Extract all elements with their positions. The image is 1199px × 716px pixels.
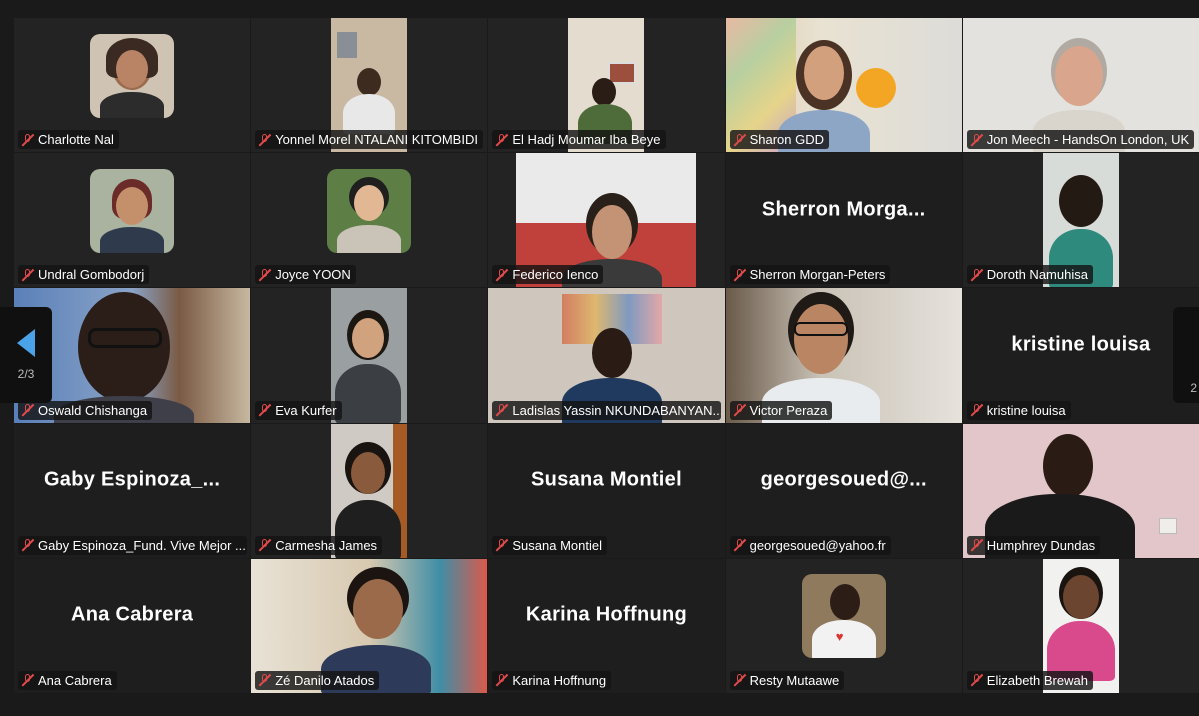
participant-display-name: Susana Montiel (531, 468, 682, 491)
profile-picture (327, 168, 412, 253)
muted-mic-icon (734, 403, 746, 417)
participant-name-label: Eva Kurfer (255, 400, 342, 420)
page-indicator: 2/3 (17, 367, 35, 381)
participant-tile[interactable]: Carmesha James (251, 423, 488, 558)
participant-tile[interactable]: kristine louisa kristine louisa (962, 288, 1199, 423)
participant-tile[interactable]: Elizabeth Brewah (962, 558, 1199, 693)
muted-mic-icon (22, 403, 34, 417)
profile-picture (90, 168, 175, 253)
participant-tile[interactable]: Victor Peraza (725, 288, 962, 423)
participant-name-label: Joyce YOON (255, 265, 356, 285)
video-gallery: Charlotte Nal Yonnel Morel NTALANI KITOM… (14, 18, 1199, 693)
muted-mic-icon (259, 673, 271, 687)
participant-tile[interactable]: Sherron Morga... Sherron Morgan-Peters (725, 153, 962, 288)
participant-tile[interactable]: Doroth Namuhisa (962, 153, 1199, 288)
participant-tile[interactable]: Charlotte Nal (14, 18, 251, 153)
participant-tile[interactable]: Ana Cabrera Ana Cabrera (14, 558, 251, 693)
participant-name-label: Elizabeth Brewah (966, 670, 1093, 690)
participant-name-label: Oswald Chishanga (18, 400, 153, 420)
participant-tile[interactable]: Gaby Espinoza_... Gaby Espinoza_Fund. Vi… (14, 423, 251, 558)
video-feed (331, 288, 408, 423)
participant-name-label: Charlotte Nal (18, 130, 119, 150)
participant-name-label: Undral Gombodorj (18, 265, 150, 285)
participant-display-name: Sherron Morga... (761, 198, 926, 221)
muted-mic-icon (496, 403, 508, 417)
participant-name-label: Federico Ienco (492, 265, 604, 285)
participant-display-name: Karina Hoffnung (525, 603, 688, 626)
muted-mic-icon (259, 133, 271, 147)
participant-name-label: Jon Meech - HandsOn London, UK (966, 130, 1195, 150)
muted-mic-icon (22, 268, 34, 282)
participant-name-label: Sharon GDD (729, 130, 830, 150)
muted-mic-icon (22, 133, 34, 147)
muted-mic-icon (734, 673, 746, 687)
participant-tile[interactable]: Jon Meech - HandsOn London, UK (962, 18, 1199, 153)
page-indicator: 2 (1190, 381, 1197, 395)
participant-tile[interactable]: Susana Montiel Susana Montiel (488, 423, 725, 558)
participant-tile[interactable]: Ladislas Yassin NKUNDABANYAN... (488, 288, 725, 423)
participant-name-label: Victor Peraza (729, 400, 833, 420)
profile-picture (90, 33, 175, 118)
muted-mic-icon (734, 268, 746, 282)
participant-tile[interactable]: Federico Ienco (488, 153, 725, 288)
participant-name-label: Ladislas Yassin NKUNDABANYAN... (492, 400, 722, 420)
previous-page-button[interactable]: 2/3 (0, 307, 52, 403)
participant-name-label: El Hadj Moumar Iba Beye (492, 130, 666, 150)
participant-name-label: Carmesha James (255, 535, 383, 555)
participant-tile[interactable]: Eva Kurfer (251, 288, 488, 423)
participant-tile[interactable]: Zé Danilo Atados (251, 558, 488, 693)
participant-tile[interactable]: El Hadj Moumar Iba Beye (488, 18, 725, 153)
participant-tile[interactable]: Humphrey Dundas (962, 423, 1199, 558)
participant-name-label: Resty Mutaawe (729, 670, 845, 690)
participant-name-label: Yonnel Morel NTALANI KITOMBIDI (255, 130, 483, 150)
participant-name-label: kristine louisa (966, 400, 1071, 420)
muted-mic-icon (971, 538, 983, 552)
muted-mic-icon (971, 133, 983, 147)
participant-name-label: Susana Montiel (492, 535, 608, 555)
participant-tile[interactable]: Karina Hoffnung Karina Hoffnung (488, 558, 725, 693)
participant-tile[interactable]: Joyce YOON (251, 153, 488, 288)
muted-mic-icon (971, 268, 983, 282)
muted-mic-icon (496, 133, 508, 147)
muted-mic-icon (259, 538, 271, 552)
muted-mic-icon (734, 133, 746, 147)
muted-mic-icon (971, 673, 983, 687)
participant-display-name: Ana Cabrera (70, 603, 194, 626)
participant-name-label: Sherron Morgan-Peters (729, 265, 891, 285)
participant-name-label: Humphrey Dundas (966, 535, 1101, 555)
participant-name-label: Doroth Namuhisa (966, 265, 1093, 285)
muted-mic-icon (734, 538, 746, 552)
participant-name-label: georgesoued@yahoo.fr (729, 535, 891, 555)
arrow-left-icon (17, 329, 35, 357)
next-page-button[interactable]: 2 (1173, 307, 1199, 403)
participant-tile[interactable]: georgesoued@... georgesoued@yahoo.fr (725, 423, 962, 558)
participant-tile[interactable]: Sharon GDD (725, 18, 962, 153)
muted-mic-icon (496, 538, 508, 552)
participant-display-name: kristine louisa (1011, 333, 1151, 356)
participant-name-label: Zé Danilo Atados (255, 670, 380, 690)
muted-mic-icon (971, 403, 983, 417)
participant-tile[interactable]: ♥ Resty Mutaawe (725, 558, 962, 693)
participant-name-label: Gaby Espinoza_Fund. Vive Mejor ... (18, 535, 247, 555)
participant-tile[interactable]: Yonnel Morel NTALANI KITOMBIDI (251, 18, 488, 153)
muted-mic-icon (22, 538, 34, 552)
participant-display-name: Gaby Espinoza_... (43, 468, 221, 491)
muted-mic-icon (496, 673, 508, 687)
muted-mic-icon (22, 673, 34, 687)
participant-name-label: Karina Hoffnung (492, 670, 612, 690)
participant-name-label: Ana Cabrera (18, 670, 117, 690)
profile-picture: ♥ (801, 574, 886, 659)
muted-mic-icon (259, 268, 271, 282)
muted-mic-icon (496, 268, 508, 282)
participant-display-name: georgesoued@... (760, 468, 927, 491)
muted-mic-icon (259, 403, 271, 417)
participant-tile[interactable]: Undral Gombodorj (14, 153, 251, 288)
